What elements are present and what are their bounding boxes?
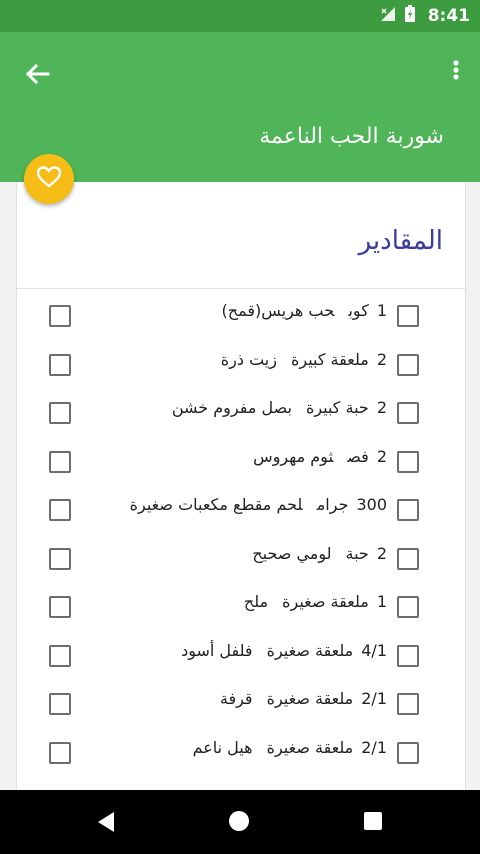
ingredient-text: 2/1 ملعقة صغيرة قرفة <box>220 689 387 708</box>
ingredient-qty: 2 <box>376 398 387 417</box>
ingredients-list: 1 كوب حب هريس(قمح) 2 ملعقة كبيرة زيت ذرة 2 حب… <box>17 289 465 774</box>
app-bar: شوربة الحب الناعمة <box>0 32 480 182</box>
ingredient-qty: 2 <box>376 349 387 369</box>
ingredient-unit: ملعقة صغيرة <box>266 689 354 708</box>
ingredient-qty: 2 <box>376 446 387 466</box>
favorite-button[interactable] <box>24 154 74 204</box>
clock: 8:41 <box>427 6 470 26</box>
ingredient-qty: 4/1 <box>361 640 387 660</box>
list-item: 2 حبة لومي صحيح <box>17 532 465 581</box>
ingredient-checkbox[interactable] <box>397 402 419 424</box>
list-item: 2 حبة كبيرة بصل مفروم خشن <box>17 386 465 435</box>
status-bar: 8:41 <box>0 0 480 32</box>
list-item: 2/1 ملعقة صغيرة قرفة <box>17 677 465 726</box>
ingredient-qty: 1 <box>376 301 387 320</box>
ingredient-checkbox[interactable] <box>397 499 419 521</box>
ingredient-text: 1 كوب حب هريس(قمح) <box>222 301 387 320</box>
list-item: 1 كوب حب هريس(قمح) <box>17 289 465 338</box>
ingredient-name: حب هريس(قمح) <box>221 301 335 320</box>
ingredient-text: 2/1 ملعقة صغيرة هيل ناعم <box>193 738 387 757</box>
ingredient-unit: كوب <box>348 301 369 320</box>
select-checkbox[interactable] <box>49 305 71 327</box>
ingredient-text: 2 ملعقة كبيرة زيت ذرة <box>221 350 387 369</box>
ingredients-card: المقادير 1 كوب حب هريس(قمح) 2 ملعقة كبيرة زي… <box>16 182 466 802</box>
list-item: 4/1 ملعقة صغيرة فلفل أسود <box>17 629 465 678</box>
ingredient-name: زيت ذرة <box>220 349 277 369</box>
ingredient-unit: جرام <box>316 495 349 514</box>
select-checkbox[interactable] <box>49 644 71 667</box>
signal-icon <box>380 6 396 26</box>
ingredient-unit: ملعقة صغيرة <box>266 640 354 660</box>
ingredient-unit: حبة كبيرة <box>305 398 369 417</box>
ingredient-name: لومي صحيح <box>252 543 332 563</box>
ingredient-name: هيل ناعم <box>192 737 253 757</box>
overflow-menu-button[interactable] <box>446 56 466 92</box>
select-checkbox[interactable] <box>49 693 71 715</box>
ingredient-name: لحم مقطع مكعبات صغيرة <box>129 495 303 514</box>
list-item: 300 جرام لحم مقطع مكعبات صغيرة <box>17 483 465 532</box>
ingredient-text: 4/1 ملعقة صغيرة فلفل أسود <box>181 641 387 660</box>
more-vert-icon <box>446 60 466 96</box>
ingredient-name: قرفة <box>219 689 253 708</box>
select-checkbox[interactable] <box>49 741 71 764</box>
select-checkbox[interactable] <box>49 596 71 618</box>
select-checkbox[interactable] <box>49 402 71 424</box>
ingredient-checkbox[interactable] <box>397 741 419 764</box>
select-checkbox[interactable] <box>49 450 71 473</box>
select-checkbox[interactable] <box>49 547 71 570</box>
list-item: 2 ملعقة كبيرة زيت ذرة <box>17 338 465 387</box>
ingredient-checkbox[interactable] <box>397 693 419 715</box>
ingredient-qty: 1 <box>376 592 387 611</box>
select-checkbox[interactable] <box>49 499 71 521</box>
nav-recents-button[interactable] <box>364 812 382 830</box>
ingredient-qty: 2/1 <box>361 689 387 708</box>
ingredient-unit: ملعقة كبيرة <box>290 349 369 369</box>
ingredient-checkbox[interactable] <box>397 596 419 618</box>
ingredient-text: 1 ملعقة صغيرة ملح <box>244 592 387 611</box>
ingredient-checkbox[interactable] <box>397 547 419 570</box>
ingredient-unit: حبة <box>345 543 369 563</box>
ingredient-unit: فص <box>347 446 369 466</box>
ingredient-name: فلفل أسود <box>181 640 253 660</box>
card-header: المقادير <box>17 182 465 289</box>
nav-home-button[interactable] <box>229 811 249 831</box>
ingredient-text: 2 حبة لومي صحيح <box>252 544 387 563</box>
nav-back-button[interactable] <box>94 810 118 838</box>
back-button[interactable] <box>18 54 58 94</box>
ingredient-text: 300 جرام لحم مقطع مكعبات صغيرة <box>130 495 387 514</box>
ingredient-qty: 300 <box>356 495 387 514</box>
list-item: 2 فص ثوم مهروس <box>17 435 465 484</box>
ingredient-text: 2 حبة كبيرة بصل مفروم خشن <box>172 398 387 417</box>
page-title: شوربة الحب الناعمة <box>259 124 444 149</box>
select-checkbox[interactable] <box>49 353 71 376</box>
triangle-back-icon <box>94 812 118 838</box>
ingredient-text: 2 فص ثوم مهروس <box>253 447 387 466</box>
ingredient-name: ملح <box>243 592 269 611</box>
ingredient-qty: 2 <box>376 543 387 563</box>
ingredient-unit: ملعقة صغيرة <box>282 592 369 611</box>
ingredient-qty: 2/1 <box>361 737 387 757</box>
heart-outline-icon <box>36 165 62 193</box>
list-item: 2/1 ملعقة صغيرة هيل ناعم <box>17 726 465 775</box>
list-item: 1 ملعقة صغيرة ملح <box>17 580 465 629</box>
arrow-back-icon <box>18 63 58 98</box>
ingredient-checkbox[interactable] <box>397 353 419 376</box>
ingredient-name: ثوم مهروس <box>253 446 334 466</box>
section-title: المقادير <box>358 226 443 256</box>
battery-icon <box>404 5 416 27</box>
navigation-bar <box>0 790 480 854</box>
ingredient-unit: ملعقة صغيرة <box>266 737 354 757</box>
ingredient-name: بصل مفروم خشن <box>171 398 292 417</box>
ingredient-checkbox[interactable] <box>397 644 419 667</box>
ingredient-checkbox[interactable] <box>397 305 419 327</box>
ingredient-checkbox[interactable] <box>397 450 419 473</box>
